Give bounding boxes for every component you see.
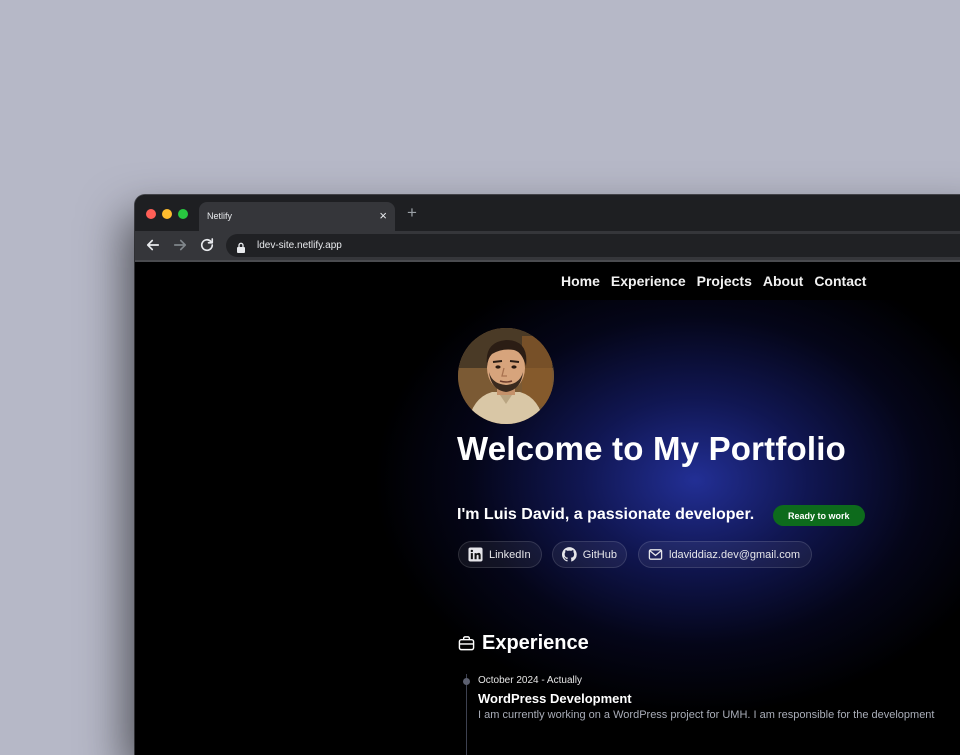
tab-bar: Netlify × +: [135, 195, 960, 231]
experience-heading-text: Experience: [482, 632, 589, 654]
close-window-button[interactable]: [146, 209, 156, 219]
browser-window: Netlify × + ldev-site.netlify.app Home E…: [135, 195, 960, 755]
browser-toolbar: ldev-site.netlify.app: [135, 231, 960, 262]
linkedin-icon: [468, 547, 483, 562]
email-label: ldaviddiaz.dev@gmail.com: [669, 548, 801, 561]
status-badge: Ready to work: [773, 505, 865, 526]
experience-date: October 2024 - Actually: [478, 675, 582, 686]
minimize-window-button[interactable]: [162, 209, 172, 219]
email-button[interactable]: ldaviddiaz.dev@gmail.com: [638, 541, 812, 568]
timeline-line: [466, 674, 467, 755]
forward-arrow-icon[interactable]: [171, 236, 189, 254]
briefcase-icon: [458, 636, 475, 651]
url-text: ldev-site.netlify.app: [257, 240, 342, 251]
nav-link-contact[interactable]: Contact: [814, 273, 866, 289]
linkedin-label: LinkedIn: [489, 548, 531, 561]
lock-icon: [236, 240, 246, 253]
experience-role: WordPress Development: [478, 691, 632, 706]
page-title: Welcome to My Portfolio: [457, 430, 847, 467]
linkedin-button[interactable]: LinkedIn: [458, 541, 542, 568]
avatar: [458, 328, 554, 424]
intro-text: I'm Luis David, a passionate developer.: [457, 506, 755, 523]
github-button[interactable]: GitHub: [552, 541, 627, 568]
nav-link-about[interactable]: About: [763, 273, 803, 289]
mail-icon: [648, 549, 663, 560]
maximize-window-button[interactable]: [178, 209, 188, 219]
tab-title: Netlify: [207, 211, 233, 221]
reload-icon[interactable]: [198, 236, 216, 254]
timeline-dot: [463, 678, 470, 685]
experience-heading: Experience: [458, 632, 589, 655]
browser-tab[interactable]: Netlify ×: [199, 202, 395, 231]
page-viewport: Home Experience Projects About Contact W…: [135, 262, 960, 755]
site-nav: Home Experience Projects About Contact: [135, 262, 960, 300]
address-bar[interactable]: ldev-site.netlify.app: [226, 234, 960, 257]
nav-link-experience[interactable]: Experience: [611, 273, 686, 289]
back-arrow-icon[interactable]: [144, 236, 162, 254]
new-tab-button[interactable]: +: [407, 204, 417, 222]
nav-link-home[interactable]: Home: [561, 273, 600, 289]
tab-close-icon[interactable]: ×: [379, 208, 387, 224]
github-icon: [562, 547, 577, 562]
experience-description: I am currently working on a WordPress pr…: [478, 709, 935, 721]
github-label: GitHub: [582, 548, 617, 561]
nav-link-projects[interactable]: Projects: [697, 273, 752, 289]
